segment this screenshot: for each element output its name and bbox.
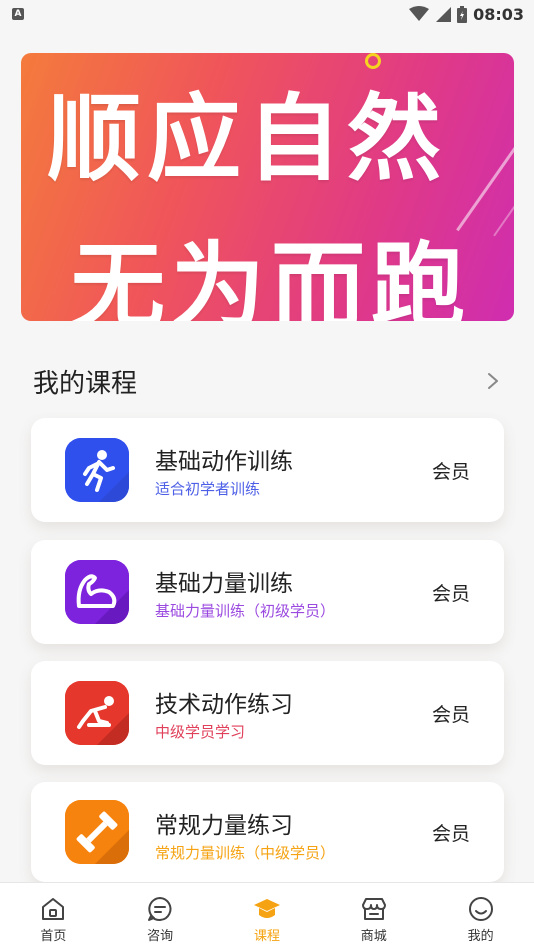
running-man-icon [65,438,129,502]
course-title: 基础力量训练 [155,571,293,597]
banner-decor-streak [493,169,514,237]
course-card[interactable]: 技术动作练习 中级学员学习 会员 [31,661,504,765]
nav-label: 课程 [253,929,280,944]
course-card[interactable]: 基础力量训练 基础力量训练（初级学员） 会员 [31,540,504,644]
member-badge: 会员 [431,460,470,483]
status-bar: A 08:03 [0,0,534,28]
nav-label: 咨询 [147,929,174,944]
course-subtitle: 基础力量训练（初级学员） [155,602,336,620]
nav-label: 商城 [360,929,387,944]
chevron-right-icon[interactable] [483,371,503,391]
bottom-nav: 首页 咨询 课程 商城 我的 [0,882,534,950]
dumbbell-icon [65,800,129,864]
course-subtitle: 适合初学者训练 [155,480,261,498]
sprint-start-icon [65,681,129,745]
promo-banner[interactable]: 顺应自然 无为而跑 [21,53,514,321]
course-subtitle: 常规力量训练（中级学员） [155,844,336,862]
course-card[interactable]: 常规力量练习 常规力量训练（中级学员） 会员 [31,782,504,882]
nav-item-courses[interactable]: 课程 [214,883,320,944]
signal-icon [436,7,452,22]
chat-icon [148,897,172,921]
nav-item-profile[interactable]: 我的 [428,883,534,944]
member-badge: 会员 [431,822,470,845]
status-icons: 08:03 [409,5,524,24]
profile-icon [468,897,493,921]
nav-label: 我的 [467,929,494,944]
banner-subheadline: 无为而跑 [71,233,472,321]
course-card[interactable]: 基础动作训练 适合初学者训练 会员 [31,418,504,522]
my-courses-header[interactable]: 我的课程 [33,358,503,404]
course-title: 常规力量练习 [155,813,293,839]
nav-item-home[interactable]: 首页 [0,883,106,944]
nav-item-store[interactable]: 商城 [321,883,427,944]
course-subtitle: 中级学员学习 [155,723,246,741]
home-icon [42,898,65,920]
store-icon [361,898,386,920]
section-title: 我的课程 [33,368,138,399]
course-title: 基础动作训练 [155,449,293,475]
course-title: 技术动作练习 [155,692,293,718]
wifi-icon [409,6,430,21]
member-badge: 会员 [431,582,470,605]
graduation-cap-icon [253,899,280,918]
battery-icon [457,5,468,23]
nav-item-consult[interactable]: 咨询 [107,883,213,944]
status-time: 08:03 [473,4,524,24]
flexed-arm-icon [65,560,129,624]
notification-app-icon: A [12,8,24,20]
banner-headline: 顺应自然 [47,85,448,194]
nav-label: 首页 [40,929,67,944]
member-badge: 会员 [431,703,470,726]
